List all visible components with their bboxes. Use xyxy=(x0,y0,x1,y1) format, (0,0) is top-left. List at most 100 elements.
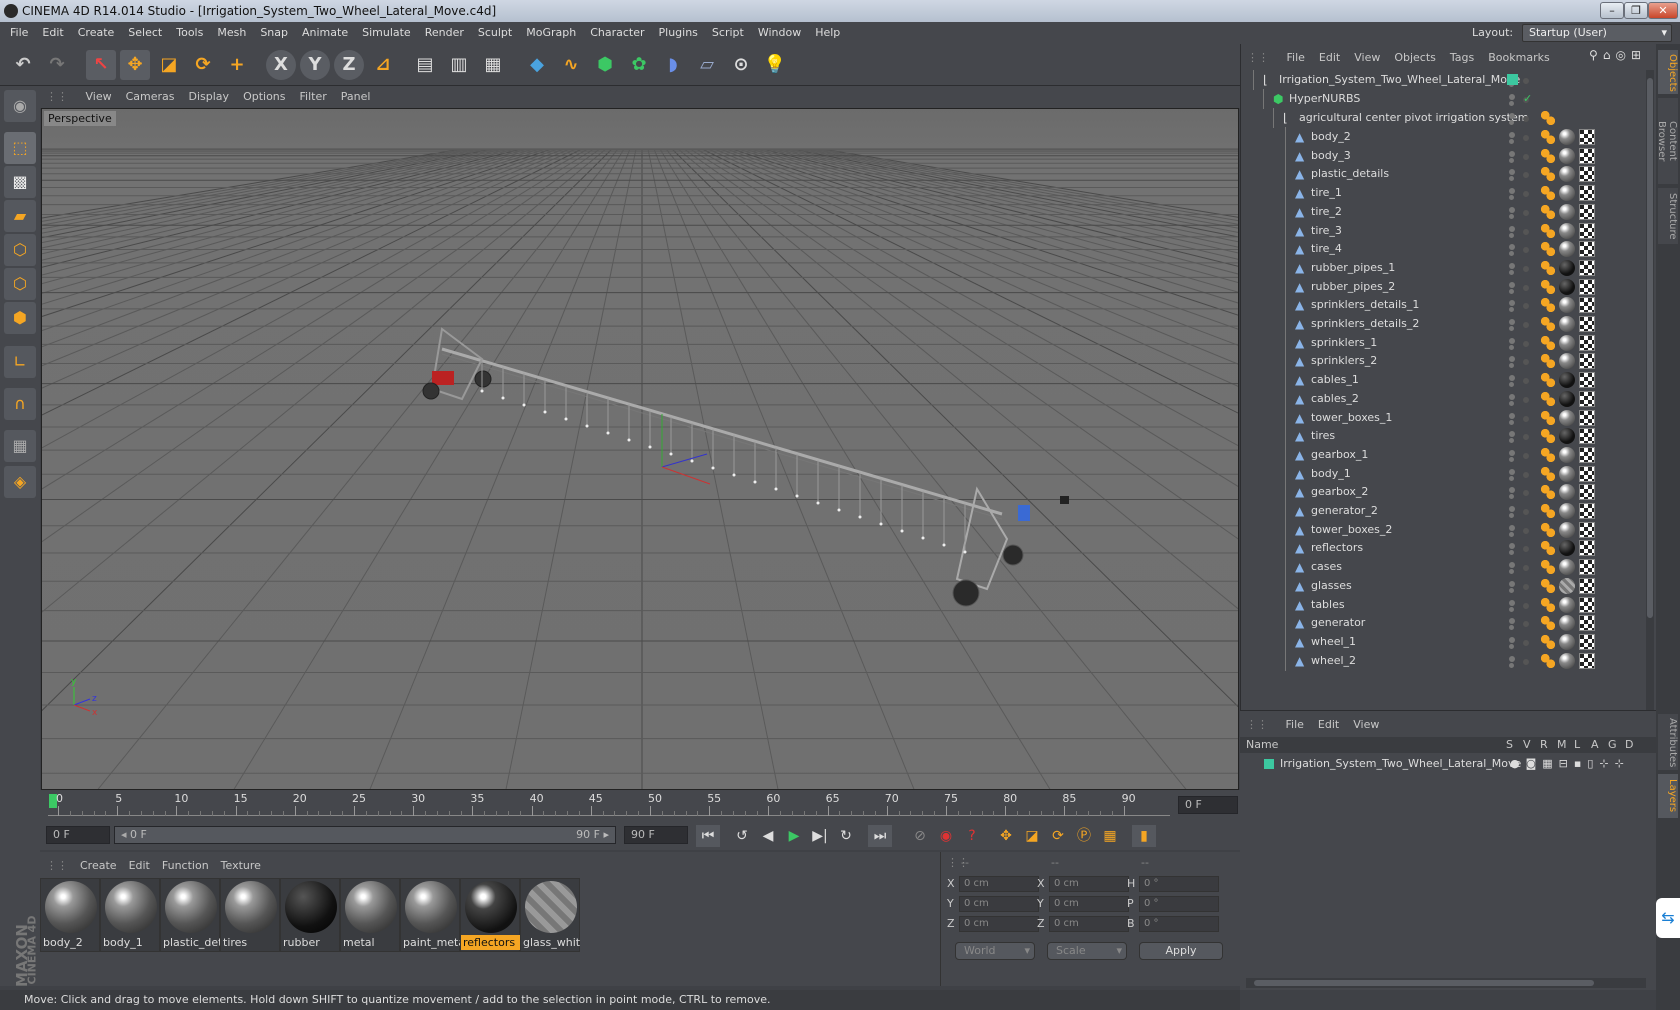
layer-column-a[interactable]: A xyxy=(1591,737,1599,753)
material-tag-icon[interactable] xyxy=(1559,559,1575,576)
y-axis-icon[interactable]: Y xyxy=(300,50,330,80)
uvw-tag-icon[interactable] xyxy=(1579,372,1595,389)
render-visibility-dot[interactable] xyxy=(1509,344,1514,350)
layer-dot[interactable] xyxy=(1523,565,1529,572)
layer-column-d[interactable]: D xyxy=(1625,737,1633,753)
layer-column-l[interactable]: L xyxy=(1574,737,1580,753)
uvw-tag-icon[interactable] xyxy=(1579,166,1595,183)
record-keys-icon[interactable]: ⊘ xyxy=(908,825,932,847)
layer-column-r[interactable]: R xyxy=(1540,737,1548,753)
material-tag-icon[interactable] xyxy=(1559,465,1575,482)
editor-visibility-dot[interactable] xyxy=(1509,169,1515,176)
material-tag-icon[interactable] xyxy=(1559,222,1575,239)
current-frame-field[interactable]: 0 F xyxy=(46,826,110,844)
workplane-icon[interactable]: ▰ xyxy=(4,200,36,232)
layer-toggle-icons[interactable]: ●◙▦⊟▪▯⊹⊹ xyxy=(1510,755,1630,773)
material-menu-create[interactable]: Create xyxy=(80,859,117,872)
live-selection-icon[interactable]: ↖ xyxy=(86,50,116,80)
material-menu-edit[interactable]: Edit xyxy=(129,859,150,872)
coord-field-b[interactable]: 0 ° xyxy=(1139,916,1219,932)
object-item-tires[interactable]: ▲ tires xyxy=(1241,426,1649,447)
material-paint-meta[interactable]: paint_meta xyxy=(400,878,461,952)
layer-column-s[interactable]: S xyxy=(1506,737,1513,753)
material-tag-icon[interactable] xyxy=(1559,428,1575,445)
redo-icon[interactable]: ↷ xyxy=(42,50,72,80)
layer-dot[interactable] xyxy=(1523,247,1529,254)
material-tag-icon[interactable] xyxy=(1559,316,1575,332)
material-tires[interactable]: tires xyxy=(220,878,280,952)
uvw-tag-icon[interactable] xyxy=(1579,316,1595,332)
uvw-tag-icon[interactable] xyxy=(1579,446,1595,463)
menu-edit[interactable]: Edit xyxy=(42,26,63,39)
material-tag-icon[interactable] xyxy=(1559,540,1575,557)
phong-tag-icon[interactable] xyxy=(1541,279,1555,294)
material-tag-icon[interactable] xyxy=(1559,484,1575,501)
menu-help[interactable]: Help xyxy=(815,26,840,39)
menu-animate[interactable]: Animate xyxy=(302,26,348,39)
scale-select[interactable]: Scale ▾ xyxy=(1047,942,1127,960)
menu-simulate[interactable]: Simulate xyxy=(362,26,411,39)
next-frame-icon[interactable]: ▶| xyxy=(808,825,832,847)
layer-dot[interactable] xyxy=(1523,135,1529,141)
viewport-menu-panel[interactable]: Panel xyxy=(341,90,371,103)
editor-visibility-dot[interactable] xyxy=(1509,487,1515,494)
new-window-icon[interactable]: ⊞ xyxy=(1631,48,1646,62)
model-mode-icon[interactable]: ⬚ xyxy=(4,132,36,164)
object-root[interactable]: ⌊ Irrigation_System_Two_Wheel_Lateral_Mov… xyxy=(1241,70,1649,90)
coord-field-h[interactable]: 0 ° xyxy=(1139,876,1219,892)
phong-tag-icon[interactable] xyxy=(1541,410,1555,425)
material-tag-icon[interactable] xyxy=(1559,259,1575,276)
scrollbar-thumb[interactable] xyxy=(1647,78,1653,618)
material-tag-icon[interactable] xyxy=(1559,241,1575,258)
material-menu-function[interactable]: Function xyxy=(162,859,209,872)
render-visibility-dot[interactable] xyxy=(1509,494,1514,500)
object-menu-objects[interactable]: Objects xyxy=(1394,51,1436,64)
spline-pen-icon[interactable]: ∿ xyxy=(556,50,586,80)
render-visibility-dot[interactable] xyxy=(1509,288,1514,294)
uvw-tag-icon[interactable] xyxy=(1579,147,1595,164)
undo-icon[interactable]: ↶ xyxy=(8,50,38,80)
object-item-generator-2[interactable]: ▲ generator_2 xyxy=(1241,501,1649,521)
layer-dot[interactable] xyxy=(1523,284,1529,291)
render-visibility-dot[interactable] xyxy=(1509,120,1514,125)
coord-field-z[interactable]: 0 cm xyxy=(1049,916,1129,932)
key-position-icon[interactable]: ✥ xyxy=(994,825,1018,847)
object-item-cables-2[interactable]: ▲ cables_2 xyxy=(1241,388,1649,409)
texture-mode-icon[interactable]: ▩ xyxy=(4,166,36,198)
uvw-tag-icon[interactable] xyxy=(1579,185,1595,202)
layer-color-swatch[interactable] xyxy=(1507,74,1518,85)
layer-scrollbar-thumb[interactable] xyxy=(1254,980,1594,986)
object-hypernurbs[interactable]: ⬢ HyperNURBS ✓ xyxy=(1241,89,1649,109)
render-visibility-dot[interactable] xyxy=(1509,438,1514,444)
editor-visibility-dot[interactable] xyxy=(1509,524,1515,531)
layer-dot[interactable] xyxy=(1523,452,1529,459)
move-icon[interactable]: ✥ xyxy=(120,50,150,80)
next-key-icon[interactable]: ↻ xyxy=(834,825,858,847)
object-item-body-2[interactable]: ▲ body_2 xyxy=(1241,127,1649,147)
render-visibility-dot[interactable] xyxy=(1509,662,1514,668)
tab-layers[interactable]: Layers xyxy=(1658,774,1678,818)
material-tag-icon[interactable] xyxy=(1559,503,1575,519)
layer-scrollbar[interactable] xyxy=(1246,978,1646,988)
phong-tag-icon[interactable] xyxy=(1541,186,1555,201)
material-tag-icon[interactable] xyxy=(1559,334,1575,351)
object-item-sprinklers-details-2[interactable]: ▲ sprinklers_details_2 xyxy=(1241,314,1649,334)
layer-dot[interactable] xyxy=(1523,434,1529,441)
material-body-1[interactable]: body_1 xyxy=(100,878,160,952)
object-item-body-1[interactable]: ▲ body_1 xyxy=(1241,463,1649,484)
layer-dot[interactable] xyxy=(1523,602,1529,609)
menu-render[interactable]: Render xyxy=(425,26,464,39)
material-plastic-det[interactable]: plastic_det xyxy=(160,878,221,952)
frame-range-slider[interactable]: ◂ 0 F 90 F ▸ xyxy=(114,826,616,844)
tab-objects[interactable]: Objects xyxy=(1658,50,1678,94)
create-plus-icon[interactable]: + xyxy=(222,50,252,80)
phong-tag-icon[interactable] xyxy=(1541,541,1555,556)
editor-visibility-dot[interactable] xyxy=(1509,543,1515,550)
coord-field-y[interactable]: 0 cm xyxy=(1049,896,1129,912)
object-item-plastic-details[interactable]: ▲ plastic_details xyxy=(1241,164,1649,185)
end-frame-field[interactable]: 90 F xyxy=(624,826,688,844)
layer-dot[interactable] xyxy=(1523,303,1529,310)
editor-visibility-dot[interactable] xyxy=(1509,94,1515,100)
render-visibility-dot[interactable] xyxy=(1509,269,1514,275)
render-view-icon[interactable]: ▤ xyxy=(410,50,440,80)
